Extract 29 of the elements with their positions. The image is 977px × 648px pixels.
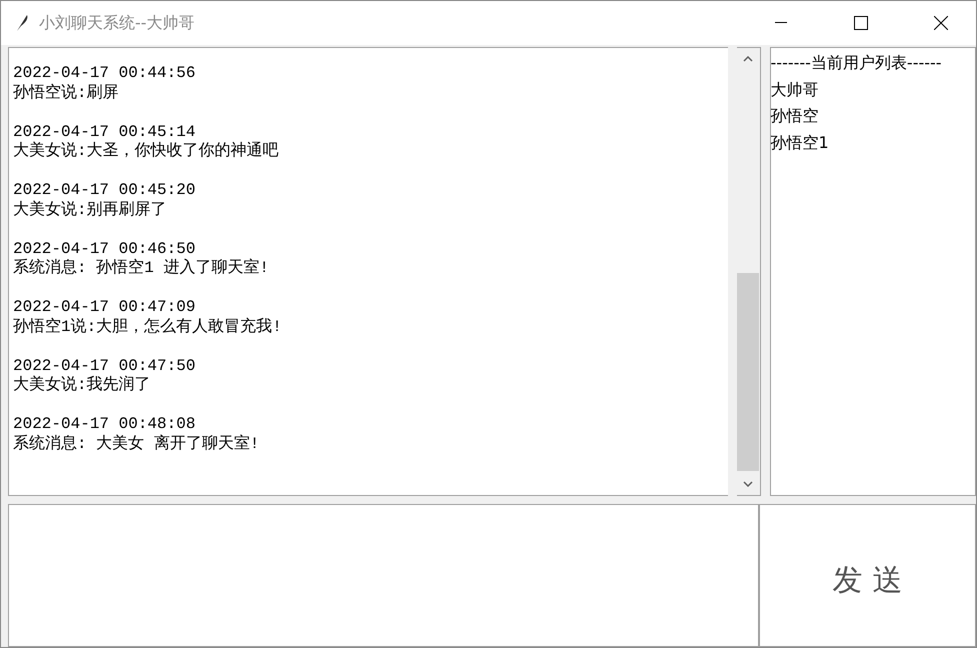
message-text: 孙悟空说:刷屏	[13, 84, 120, 103]
user-item[interactable]: 孙悟空1	[770, 130, 975, 156]
user-item[interactable]: 孙悟空	[770, 103, 975, 130]
message-text: 系统消息: 孙悟空1 进入了聊天室!	[13, 259, 270, 278]
message-text: 大美女说:别再刷屏了	[13, 200, 168, 220]
message-text: 大美女说:大圣，你快收了你的神通吧	[13, 142, 280, 162]
scrollbar[interactable]	[736, 47, 761, 496]
message-time: 2022-04-17 00:47:50	[13, 356, 196, 376]
scroll-down-icon[interactable]	[743, 481, 754, 487]
scroll-thumb[interactable]	[737, 273, 760, 471]
message-time: 2022-04-17 00:44:56	[13, 64, 196, 84]
close-icon	[934, 16, 948, 30]
user-item[interactable]: 大帅哥	[770, 76, 975, 103]
message-time: 2022-04-17 00:48:08	[13, 415, 196, 434]
feather-icon	[15, 14, 29, 32]
message-time: 2022-04-17 00:46:50	[13, 240, 196, 258]
maximize-icon	[854, 16, 868, 30]
window-title: 小刘聊天系统--大帅哥	[39, 12, 196, 34]
message-text: 孙悟空1说:大胆，怎么有人敢冒充我!	[13, 318, 283, 337]
message-time: 2022-04-17 00:47:09	[13, 298, 196, 318]
message-input[interactable]	[8, 504, 759, 647]
user-list-header: -------当前用户列表------	[770, 52, 943, 74]
message-text: 大美女说:我先润了	[13, 376, 152, 396]
message-time: 2022-04-17 00:45:20	[13, 181, 196, 200]
scroll-up-icon[interactable]	[743, 56, 754, 62]
message-time: 2022-04-17 00:45:14	[13, 122, 196, 142]
message-text: 系统消息: 大美女 离开了聊天室!	[13, 434, 260, 454]
send-button[interactable]: 发 送	[759, 504, 976, 647]
minimize-icon	[775, 22, 787, 24]
